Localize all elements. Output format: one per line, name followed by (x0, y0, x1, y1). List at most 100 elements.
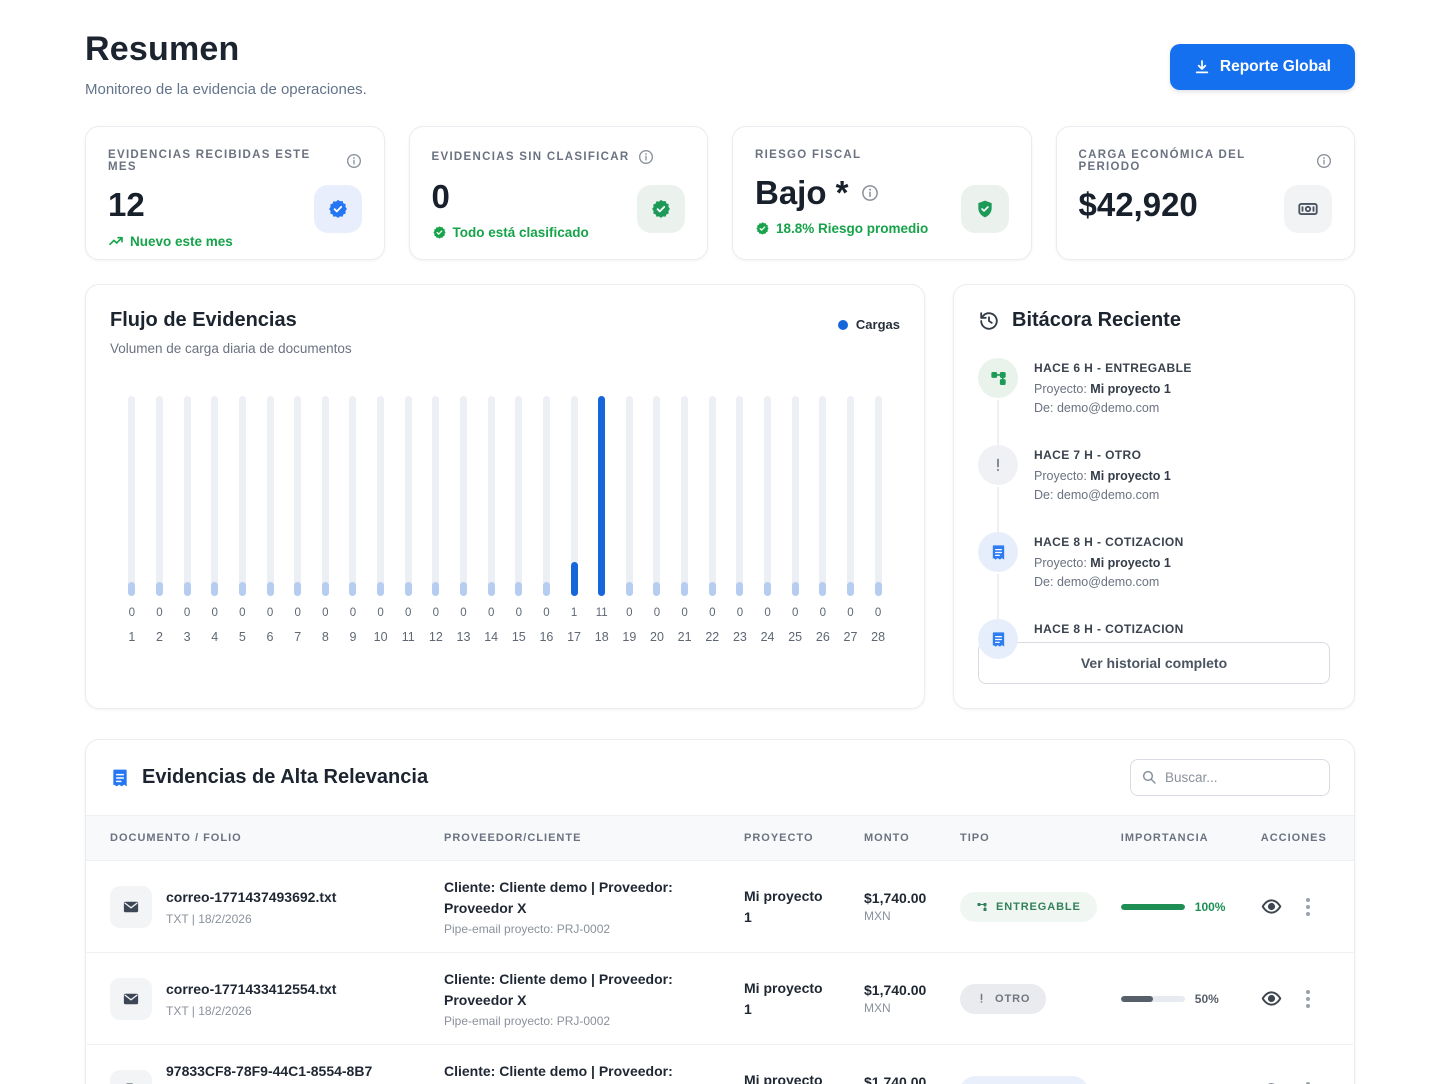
table-row[interactable]: 97833CF8-78F9-44C1-8554-8B7ED5883C56.pdf… (86, 1045, 1354, 1084)
col-proveedor[interactable]: PROVEEDOR/CLIENTE (432, 816, 732, 861)
bar-day-label: 6 (267, 630, 274, 644)
bar-value-label: 0 (460, 607, 466, 619)
log-entry-project: Mi proyecto 1 (1090, 556, 1171, 570)
invoice-icon (110, 768, 130, 788)
bar-value-label: 0 (405, 607, 411, 619)
bar-value-label: 0 (488, 607, 494, 619)
stat-card-riesgo-fiscal: RIESGO FISCAL Bajo * 18.8% Riesgo promed… (732, 126, 1032, 260)
eye-icon[interactable] (1261, 988, 1282, 1009)
bar-value-label: 0 (847, 607, 853, 619)
log-entry-time: HACE 8 H - COTIZACION (1034, 619, 1184, 636)
stat-card-sin-clasificar: EVIDENCIAS SIN CLASIFICAR 0 Todo está cl… (409, 126, 709, 260)
bitacora-card: Bitácora Reciente HACE 6 H - ENTREGABLE … (953, 284, 1355, 709)
progress-fill (1121, 996, 1153, 1002)
legend-label: Cargas (856, 317, 900, 332)
client-cell: Cliente: Cliente demo | Proveedor: Prove… (444, 1061, 694, 1084)
log-entry[interactable]: HACE 8 H - COTIZACION Proyecto: Mi proye… (978, 532, 1330, 619)
table-header-row: DOCUMENTO / FOLIO PROVEEDOR/CLIENTE PROY… (86, 816, 1354, 861)
bar-day-label: 8 (322, 630, 329, 644)
col-proyecto[interactable]: PROYECTO (732, 816, 852, 861)
type-badge: ENTREGABLE (960, 892, 1097, 922)
doc-meta: TXT | 18/2/2026 (166, 1004, 336, 1018)
evidencias-table-card: Evidencias de Alta Relevancia DOCUMENTO … (85, 739, 1355, 1084)
bar-value-label: 0 (212, 607, 218, 619)
bar-column: 0 13 (450, 396, 478, 644)
bar-value-label: 0 (654, 607, 660, 619)
stat-caption: Nuevo este mes (130, 234, 233, 249)
bar-day-label: 2 (156, 630, 163, 644)
bar-column: 026 (809, 396, 837, 644)
info-icon[interactable] (1316, 153, 1332, 169)
bar-column: 0 20 (643, 396, 671, 644)
bar-day-label: 15 (512, 630, 526, 644)
bar-value-label: 0 (875, 607, 881, 619)
info-icon[interactable] (861, 184, 879, 202)
report-global-button[interactable]: Reporte Global (1170, 44, 1355, 90)
bar-column: 0 15 (505, 396, 533, 644)
bar-column: 07 (284, 396, 312, 644)
bar-day-label: 13 (457, 630, 471, 644)
ver-historial-button[interactable]: Ver historial completo (978, 642, 1330, 684)
doc-name: correo-1771433412554.txt (166, 979, 336, 999)
bar-value-label: 1 (571, 607, 577, 619)
info-icon[interactable] (346, 153, 362, 169)
seal-check-icon (637, 185, 685, 233)
legend-dot (838, 320, 848, 330)
dashboard-page: Resumen Monitoreo de la evidencia de ope… (0, 0, 1440, 1084)
col-documento[interactable]: DOCUMENTO / FOLIO (86, 816, 432, 861)
bar-column: 117 (560, 396, 588, 644)
chart-subtitle: Volumen de carga diaria de documentos (110, 341, 352, 356)
doc-meta: TXT | 18/2/2026 (166, 912, 336, 926)
col-monto[interactable]: MONTO (852, 816, 948, 861)
bar-column: 0 28 (864, 396, 892, 644)
invoice-icon (978, 532, 1018, 572)
bar-day-label: 12 (429, 630, 443, 644)
bar-day-label: 18 (595, 630, 609, 644)
table-row[interactable]: correo-1771433412554.txt TXT | 18/2/2026… (86, 953, 1354, 1045)
bar-column: 023 (726, 396, 754, 644)
bar-day-label: 20 (650, 630, 664, 644)
bar-day-label: 1 (128, 630, 135, 644)
log-entry-project: Mi proyecto 1 (1090, 382, 1171, 396)
bar-column: 019 (616, 396, 644, 644)
type-badge: COTIZACION (960, 1076, 1088, 1084)
check-seal-icon (432, 225, 447, 240)
log-entry[interactable]: HACE 7 H - OTRO Proyecto: Mi proyecto 1 … (978, 445, 1330, 532)
workflow-icon (978, 358, 1018, 398)
eye-icon[interactable] (1261, 896, 1282, 917)
table-row[interactable]: correo-1771437493692.txt TXT | 18/2/2026… (86, 861, 1354, 953)
client-sub: Pipe-email proyecto: PRJ-0002 (444, 922, 720, 936)
banknote-icon (1284, 185, 1332, 233)
amount: $1,740.00 (864, 982, 936, 998)
log-entry[interactable]: HACE 6 H - ENTREGABLE Proyecto: Mi proye… (978, 358, 1330, 445)
bar-chart: 0102030405060708090100110120130140150161… (110, 396, 900, 644)
seal-check-icon (314, 185, 362, 233)
amount: $1,740.00 (864, 1074, 936, 1084)
bar-value-label: 0 (294, 607, 300, 619)
search-input[interactable] (1130, 759, 1330, 796)
client-cell: Cliente: Cliente demo | Proveedor: Prove… (444, 877, 694, 919)
bar-column: 024 (754, 396, 782, 644)
envelope-icon (110, 886, 152, 928)
kebab-menu-icon[interactable] (1304, 1080, 1312, 1084)
log-entry-project: Mi proyecto 1 (1090, 469, 1171, 483)
kebab-menu-icon[interactable] (1304, 896, 1312, 918)
log-entry-from: demo@demo.com (1057, 575, 1159, 589)
kebab-menu-icon[interactable] (1304, 988, 1312, 1010)
client-sub: Pipe-email proyecto: PRJ-0002 (444, 1014, 720, 1028)
bar-value-label: 0 (626, 607, 632, 619)
stat-card-evidencias-recibidas: EVIDENCIAS RECIBIDAS ESTE MES 12 Nuevo e… (85, 126, 385, 260)
col-acciones[interactable]: ACCIONES (1249, 816, 1354, 861)
bar-value-label: 0 (267, 607, 273, 619)
bar-day-label: 4 (211, 630, 218, 644)
col-tipo[interactable]: TIPO (948, 816, 1109, 861)
bar-value-label: 0 (516, 607, 522, 619)
info-icon[interactable] (638, 149, 654, 165)
bar-day-label: 28 (871, 630, 885, 644)
eye-icon[interactable] (1261, 1080, 1282, 1084)
bar-day-label: 3 (184, 630, 191, 644)
bar-column: 010 (367, 396, 395, 644)
stat-card-carga-economica: CARGA ECONÓMICA DEL PERIODO $42,920 (1056, 126, 1356, 260)
col-importancia[interactable]: IMPORTANCIA (1109, 816, 1249, 861)
download-icon (1194, 59, 1210, 75)
